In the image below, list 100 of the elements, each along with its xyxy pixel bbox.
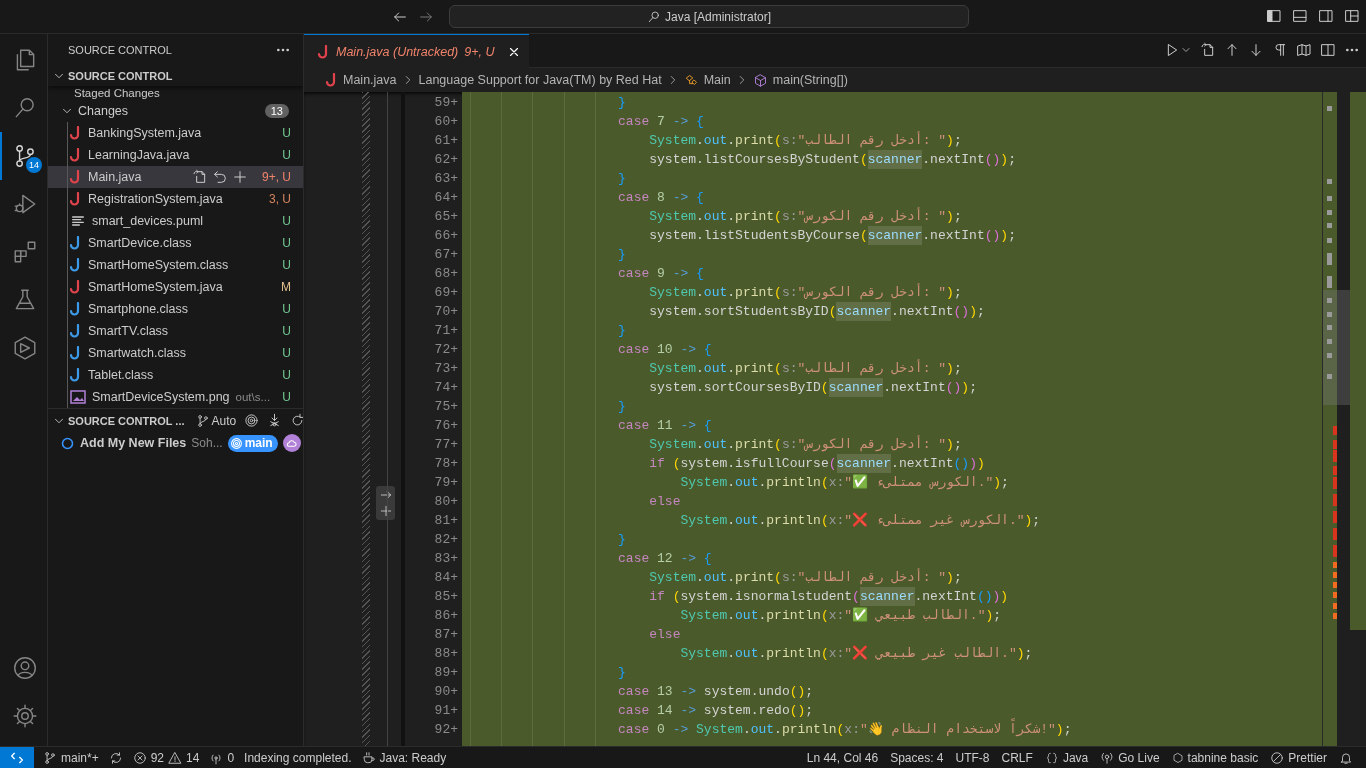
problems-button[interactable]: 92 14: [127, 747, 205, 768]
java-status-button[interactable]: Java: Ready: [356, 747, 452, 768]
branch-icon: [195, 413, 210, 428]
line-number: 90+: [433, 683, 458, 701]
refresh-icon: [290, 413, 303, 428]
hexagon-icon: [12, 335, 38, 361]
file-item[interactable]: SmartHomeSystem.class U: [48, 254, 303, 276]
code-line: case 14 -> system.redo();: [617, 702, 815, 720]
file-item[interactable]: Tablet.class U: [48, 364, 303, 386]
status-letter: U: [282, 346, 291, 360]
changes-group[interactable]: Changes 13: [48, 100, 303, 122]
ports-button[interactable]: 0: [204, 747, 240, 768]
sidebar-layout-icon: [1266, 8, 1282, 24]
file-item[interactable]: BankingSystem.java U: [48, 122, 303, 144]
stage-button[interactable]: [232, 169, 248, 185]
file-item[interactable]: LearningJava.java U: [48, 144, 303, 166]
status-letter: U: [282, 214, 291, 228]
line-number: 63+: [433, 170, 458, 188]
file-item[interactable]: SmartDevice.class U: [48, 232, 303, 254]
code-line: system.listStudentsByCourse(scanner.nextInt());: [648, 226, 1017, 245]
file-item[interactable]: Main.java 9+, U: [48, 166, 303, 188]
line-number: 88+: [433, 645, 458, 663]
class-file-icon: [70, 346, 82, 360]
open-changes-button[interactable]: [1200, 42, 1216, 58]
java-file-icon: [318, 44, 330, 59]
split-icon: [1320, 42, 1336, 58]
down-arrow-icon: [1248, 42, 1264, 58]
status-letter: U: [282, 236, 291, 250]
class-file-icon: [70, 302, 82, 316]
line-number: 78+: [433, 455, 458, 473]
tabnine-button[interactable]: tabnine basic: [1166, 747, 1264, 768]
prettier-button[interactable]: Prettier: [1265, 747, 1332, 768]
code-line: case 8 -> {: [617, 189, 705, 207]
command-center[interactable]: Java [Administrator]: [449, 5, 969, 28]
java-file-icon: [70, 192, 82, 206]
next-change-button[interactable]: [1248, 42, 1264, 58]
line-number: 75+: [433, 398, 458, 416]
status-item[interactable]: Spaces: 4: [885, 747, 949, 768]
commit-item[interactable]: Add My New Files Soh... main: [48, 432, 303, 454]
branch-mode-button[interactable]: Auto: [192, 413, 240, 428]
java-file-icon: [70, 280, 82, 294]
line-number: 86+: [433, 607, 458, 625]
section-header[interactable]: SOURCE CONTROL: [48, 66, 303, 86]
file-item[interactable]: Smartphone.class U: [48, 298, 303, 320]
java-file-icon: [70, 126, 82, 140]
staged-changes-item[interactable]: Staged Changes: [48, 86, 303, 100]
target-icon: [244, 413, 260, 428]
split-editor-button[interactable]: [1320, 42, 1336, 58]
line-number: 67+: [433, 246, 458, 264]
branch-button[interactable]: main*+: [38, 747, 104, 768]
up-arrow-icon: [1224, 42, 1240, 58]
text-file-icon: [70, 213, 86, 229]
line-number: 69+: [433, 284, 458, 302]
editor-tab[interactable]: Main.java (Untracked) 9+, U: [304, 34, 529, 68]
file-item[interactable]: SmartTV.class U: [48, 320, 303, 342]
discard-button[interactable]: [212, 169, 228, 185]
error-icon: [132, 750, 147, 765]
go-live-button[interactable]: Go Live: [1095, 747, 1165, 768]
status-letter: M: [281, 280, 291, 294]
remote-button[interactable]: [0, 747, 34, 768]
count-badge: 14: [26, 157, 42, 173]
status-letter: U: [282, 390, 291, 404]
file-item[interactable]: SmartDeviceSystem.png out\s... U: [48, 386, 303, 408]
commit-author: Soh...: [191, 436, 223, 450]
forward-arrow-icon: [418, 9, 434, 25]
whitespace-button[interactable]: [1272, 42, 1288, 58]
line-number: 85+: [433, 588, 458, 606]
secondary-sidebar-icon: [1318, 8, 1334, 24]
file-item[interactable]: Smartwatch.class U: [48, 342, 303, 364]
line-number: 71+: [433, 322, 458, 340]
line-number: 81+: [433, 512, 458, 530]
status-item[interactable]: CRLF: [996, 747, 1038, 768]
code-line: else: [648, 626, 682, 644]
language-button[interactable]: Java: [1039, 747, 1094, 768]
sync-icon: [108, 750, 123, 765]
file-item[interactable]: smart_devices.puml U: [48, 210, 303, 232]
line-number: 83+: [433, 550, 458, 568]
plus-icon: [378, 504, 393, 518]
breadcrumb-item[interactable]: main(String[]): [750, 72, 850, 88]
previous-change-button[interactable]: [1224, 42, 1240, 58]
line-number: 64+: [433, 189, 458, 207]
line-number: 65+: [433, 208, 458, 226]
map-button[interactable]: [1296, 42, 1312, 58]
line-number: 66+: [433, 227, 458, 245]
status-item[interactable]: UTF-8: [950, 747, 995, 768]
code-line: if (system.isfullCourse(scanner.nextInt())): [648, 454, 986, 473]
code-line: system.sortCoursesByID(scanner.nextInt());: [648, 378, 978, 397]
extensions-icon: [12, 239, 38, 265]
file-item[interactable]: SmartHomeSystem.java M: [48, 276, 303, 298]
account-icon: [12, 655, 38, 681]
status-item[interactable]: Ln 44, Col 46: [801, 747, 884, 768]
code-line: system.sortStudentsByID(scanner.nextInt());: [648, 302, 986, 321]
open-file-button[interactable]: [192, 169, 208, 185]
breadcrumb-item[interactable]: Main.java: [324, 73, 399, 87]
breadcrumb-item[interactable]: Language Support for Java(TM) by Red Hat: [416, 73, 664, 87]
line-number: 87+: [433, 626, 458, 644]
back-arrow-icon: [392, 9, 408, 25]
status-item[interactable]: Indexing completed.: [239, 747, 357, 768]
file-item[interactable]: RegistrationSystem.java 3, U: [48, 188, 303, 210]
breadcrumb-item[interactable]: Main: [681, 72, 733, 88]
